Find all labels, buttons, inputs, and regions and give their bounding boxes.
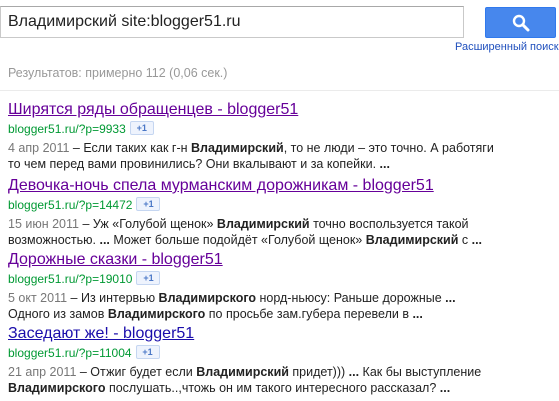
search-result: Ширятся ряды обращенцев - blogger51 blog… [8,100,553,172]
plus-one-button[interactable]: +1 [136,271,161,286]
result-url: blogger51.ru/?p=14472 [8,198,133,212]
result-snippet: 21 апр 2011 – Отжиг будет если Владимирс… [8,364,553,396]
search-icon [512,14,530,32]
snippet-text: – Отжиг будет если [76,365,197,379]
search-button[interactable] [485,7,556,38]
result-date: 4 апр 2011 [8,141,70,155]
snippet-ellipsis: ... [439,381,451,395]
result-title-link[interactable]: Заседают же! - blogger51 [8,324,194,344]
search-result: Дорожные сказки - blogger51 blogger51.ru… [8,250,553,322]
result-date: 15 июн 2011 [8,217,79,231]
snippet-text: придет))) [288,365,349,379]
search-result: Заседают же! - blogger51 blogger51.ru/?p… [8,324,553,396]
snippet-keyword: Владимирский [196,365,289,379]
search-result: Девочка-ночь спела мурманским дорожникам… [8,176,553,248]
snippet-ellipsis: ... [412,307,423,321]
result-title-link[interactable]: Дорожные сказки - blogger51 [8,250,223,270]
snippet-text: Может больше подойдёт «Голубой щенок» [109,233,366,247]
result-stats: Результатов: примерно 112 (0,06 сек.) [8,66,228,80]
snippet-ellipsis: ... [471,233,483,247]
snippet-ellipsis: ... [445,291,456,305]
result-title-link[interactable]: Девочка-ночь спела мурманским дорожникам… [8,176,434,196]
snippet-text: Как бы выступление [359,365,482,379]
snippet-ellipsis: ... [99,233,110,247]
snippet-keyword: Владимирского [107,307,206,321]
result-url: blogger51.ru/?p=11004 [8,346,132,360]
result-url: blogger51.ru/?p=9933 [8,122,126,136]
plus-one-button[interactable]: +1 [135,345,160,360]
snippet-text: точно воспользуется такой [309,217,469,231]
snippet-text: , то не люди – это точно. А работяги [283,141,494,155]
snippet-keyword: Владимирский [365,233,459,247]
snippet-text: – Если таких как г-н [69,141,191,155]
snippet-text: Одного из замов [8,307,108,321]
result-snippet: 5 окт 2011 – Из интервью Владимирского н… [8,290,553,322]
search-input[interactable] [0,6,464,38]
divider [0,90,559,91]
snippet-text: – Из интервью [67,291,159,305]
snippet-keyword: Владимирского [8,381,106,395]
snippet-text: – Уж «Голубой щенок» [79,217,217,231]
advanced-search-link[interactable]: Расширенный поиск [455,41,559,53]
snippet-keyword: Владимирского [158,291,257,305]
snippet-text: норд-ньюсу: Раньше дорожные [256,291,446,305]
snippet-text: с [458,233,472,247]
result-date: 21 апр 2011 [8,365,77,379]
snippet-keyword: Владимирский [191,141,284,155]
result-url: blogger51.ru/?p=19010 [8,272,133,286]
snippet-text: по просьбе зам.губера перевели в [205,307,413,321]
snippet-ellipsis: ... [348,365,360,379]
plus-one-button[interactable]: +1 [136,197,161,212]
plus-one-button[interactable]: +1 [129,121,154,136]
result-date: 5 окт 2011 [8,291,68,305]
snippet-ellipsis: ... [379,157,390,171]
snippet-text: послушать..,чтожь он им такого интересно… [105,381,440,395]
snippet-text: возможностью. [8,233,100,247]
result-snippet: 4 апр 2011 – Если таких как г-н Владимир… [8,140,553,172]
result-title-link[interactable]: Ширятся ряды обращенцев - blogger51 [8,100,298,120]
snippet-keyword: Владимирский [216,217,310,231]
snippet-text: то чем перед вами провинились? Они вкалы… [8,157,380,171]
result-snippet: 15 июн 2011 – Уж «Голубой щенок» Владими… [8,216,553,248]
